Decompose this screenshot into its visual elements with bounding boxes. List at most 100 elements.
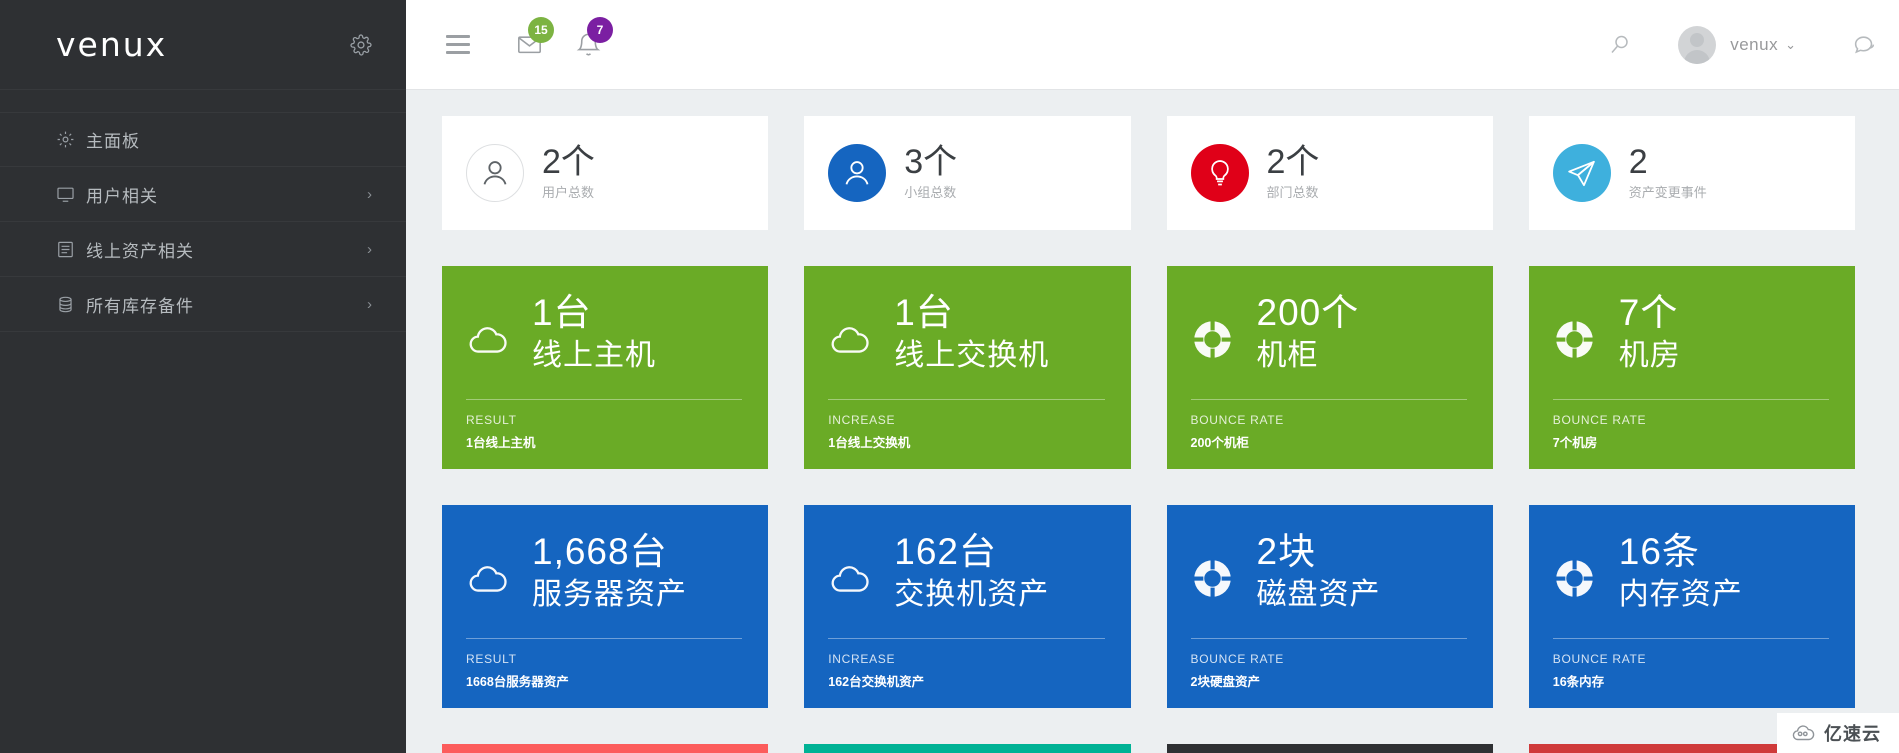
lifebuoy-icon xyxy=(1553,529,1619,605)
tile-value: 2块 xyxy=(1256,531,1317,572)
hamburger-icon[interactable] xyxy=(446,35,470,54)
summary-card-label: 资产变更事件 xyxy=(1628,185,1707,201)
tile-body: 2块 磁盘资产 xyxy=(1191,529,1467,638)
mail-badge: 15 xyxy=(528,17,554,43)
tile-desc: 7个机房 xyxy=(1552,436,1598,450)
sidebar-item-users[interactable]: 用户相关 › xyxy=(0,167,406,222)
tile-name: 线上主机 xyxy=(532,339,656,373)
summary-card[interactable]: 3个 小组总数 xyxy=(804,116,1131,230)
tile-value: 1台 xyxy=(532,292,592,333)
username-label: venux xyxy=(1730,34,1779,54)
tile-label: INCREASE xyxy=(828,652,896,666)
lifebuoy-icon xyxy=(1553,290,1619,366)
summary-card-value: 2个 xyxy=(542,142,595,181)
notifications-button[interactable]: 7 xyxy=(575,17,613,58)
summary-card[interactable]: 2 资产变更事件 xyxy=(1528,116,1855,230)
metric-tile[interactable]: 1台 线上交换机 INCREASE 1台线上交换机 xyxy=(804,266,1131,469)
tile-name: 机柜 xyxy=(1256,339,1319,373)
tile-value: 200个 xyxy=(1256,292,1360,333)
tile-name: 交换机资产 xyxy=(894,578,1050,612)
summary-card[interactable]: 2个 用户总数 xyxy=(442,116,769,230)
cloud-icon xyxy=(466,529,532,608)
tile-text: 1台 线上主机 xyxy=(532,290,742,375)
metric-tile[interactable]: 16条 内存资产 BOUNCE RATE 16条内存 xyxy=(1528,505,1855,708)
tile-desc: 16条内存 xyxy=(1552,675,1605,689)
tile-body: 1,668台 服务器资产 xyxy=(466,529,742,638)
lifebuoy-icon xyxy=(1191,290,1257,366)
tile-footer: BOUNCE RATE 7个机房 xyxy=(1552,399,1829,451)
tile-name: 机房 xyxy=(1618,339,1681,373)
sidebar-item-inventory-spares[interactable]: 所有库存备件 › xyxy=(0,277,406,332)
tile-text: 1台 线上交换机 xyxy=(894,290,1104,375)
tile-value: 7个 xyxy=(1618,292,1679,333)
metric-tile[interactable]: 200个 机柜 BOUNCE RATE 200个机柜 xyxy=(1166,266,1493,469)
metric-tile[interactable]: 162台 交换机资产 INCREASE 162台交换机资产 xyxy=(804,505,1131,708)
tile-footer: BOUNCE RATE 2块硬盘资产 xyxy=(1190,638,1467,690)
summary-card-text: 2 资产变更事件 xyxy=(1628,144,1707,202)
tile-text: 162台 交换机资产 xyxy=(894,529,1104,614)
sidebar-brand: venux xyxy=(0,0,406,90)
summary-card-value: 3个 xyxy=(904,142,958,181)
watermark-text: 亿速云 xyxy=(1824,724,1881,744)
tile-text: 7个 机房 xyxy=(1619,290,1829,375)
metric-tile[interactable]: 2块 磁盘资产 BOUNCE RATE 2块硬盘资产 xyxy=(1166,505,1493,708)
sidebar-item-label: 线上资产相关 xyxy=(86,241,194,261)
main-area: 15 7 venux ⌄ 2个 用户总数 3个 小组总数 2个 部门总数 2 资… xyxy=(406,0,1899,753)
cloud-icon xyxy=(466,290,532,369)
metric-tile[interactable]: 1台 线上主机 RESULT 1台线上主机 xyxy=(442,266,769,469)
paper-plane-icon xyxy=(1552,144,1611,202)
user-avatar-icon xyxy=(828,144,887,202)
chevron-right-icon: › xyxy=(367,240,372,258)
tile-label: RESULT xyxy=(466,413,517,427)
sidebar-item-dashboard[interactable]: 主面板 xyxy=(0,112,406,167)
tile-label: BOUNCE RATE xyxy=(1190,413,1284,427)
lifebuoy-icon xyxy=(1191,529,1257,605)
search-icon[interactable] xyxy=(1608,33,1632,57)
tile-value: 1台 xyxy=(894,292,954,333)
tile-text: 16条 内存资产 xyxy=(1619,529,1829,614)
summary-card-text: 3个 小组总数 xyxy=(904,142,958,202)
tile-footer: BOUNCE RATE 200个机柜 xyxy=(1190,399,1467,451)
metric-tile[interactable]: 1,668台 服务器资产 RESULT 1668台服务器资产 xyxy=(442,505,769,708)
bottom-card-dark[interactable] xyxy=(1166,744,1493,753)
chat-bubble-icon[interactable] xyxy=(1852,32,1877,57)
summary-card-label: 用户总数 xyxy=(542,185,595,201)
database-icon xyxy=(56,295,86,314)
tile-body: 16条 内存资产 xyxy=(1553,529,1829,638)
tile-footer: RESULT 1台线上主机 xyxy=(466,399,743,451)
tile-footer: INCREASE 162台交换机资产 xyxy=(828,638,1105,690)
metric-tile[interactable]: 7个 机房 BOUNCE RATE 7个机房 xyxy=(1528,266,1855,469)
sidebar-nav: 主面板 用户相关 › 线上资产相关 › 所有库存备件 › xyxy=(0,90,406,332)
tile-body: 1台 线上主机 xyxy=(466,290,742,399)
sidebar-item-label: 主面板 xyxy=(86,132,140,151)
user-menu[interactable]: venux ⌄ xyxy=(1678,25,1796,64)
tile-name: 内存资产 xyxy=(1618,578,1743,612)
tile-desc: 1台线上交换机 xyxy=(828,436,911,450)
tile-desc: 200个机柜 xyxy=(1190,436,1249,450)
cloud-icon xyxy=(828,290,894,369)
tile-value: 16条 xyxy=(1618,531,1700,572)
brand-logo: venux xyxy=(56,25,168,64)
bottom-card-likes[interactable]: LIKES xyxy=(442,744,769,753)
tile-body: 162台 交换机资产 xyxy=(828,529,1104,638)
blue-tile-grid: 1,668台 服务器资产 RESULT 1668台服务器资产 162台 交换机资… xyxy=(442,505,1855,708)
tile-name: 磁盘资产 xyxy=(1256,578,1381,612)
bottom-card-chat-lines[interactable]: CHAT LINES xyxy=(804,744,1131,753)
watermark: 亿速云 xyxy=(1777,713,1899,753)
chevron-right-icon: › xyxy=(367,295,372,313)
tile-footer: INCREASE 1台线上交换机 xyxy=(828,399,1105,451)
summary-card[interactable]: 2个 部门总数 xyxy=(1166,116,1493,230)
tile-desc: 1668台服务器资产 xyxy=(466,675,569,689)
tile-text: 2块 磁盘资产 xyxy=(1257,529,1467,614)
sidebar-item-online-assets[interactable]: 线上资产相关 › xyxy=(0,222,406,277)
mail-button[interactable]: 15 xyxy=(516,17,554,58)
gear-icon[interactable] xyxy=(350,33,372,56)
tile-desc: 162台交换机资产 xyxy=(828,675,925,689)
cloud-icon xyxy=(828,529,894,608)
green-tile-grid: 1台 线上主机 RESULT 1台线上主机 1台 线上交换机 INCREASE … xyxy=(442,266,1855,469)
gear-icon xyxy=(56,130,86,149)
chevron-down-icon: ⌄ xyxy=(1785,36,1796,52)
tile-body: 7个 机房 xyxy=(1553,290,1829,399)
tile-name: 服务器资产 xyxy=(532,578,687,612)
lightbulb-icon xyxy=(1190,144,1249,202)
